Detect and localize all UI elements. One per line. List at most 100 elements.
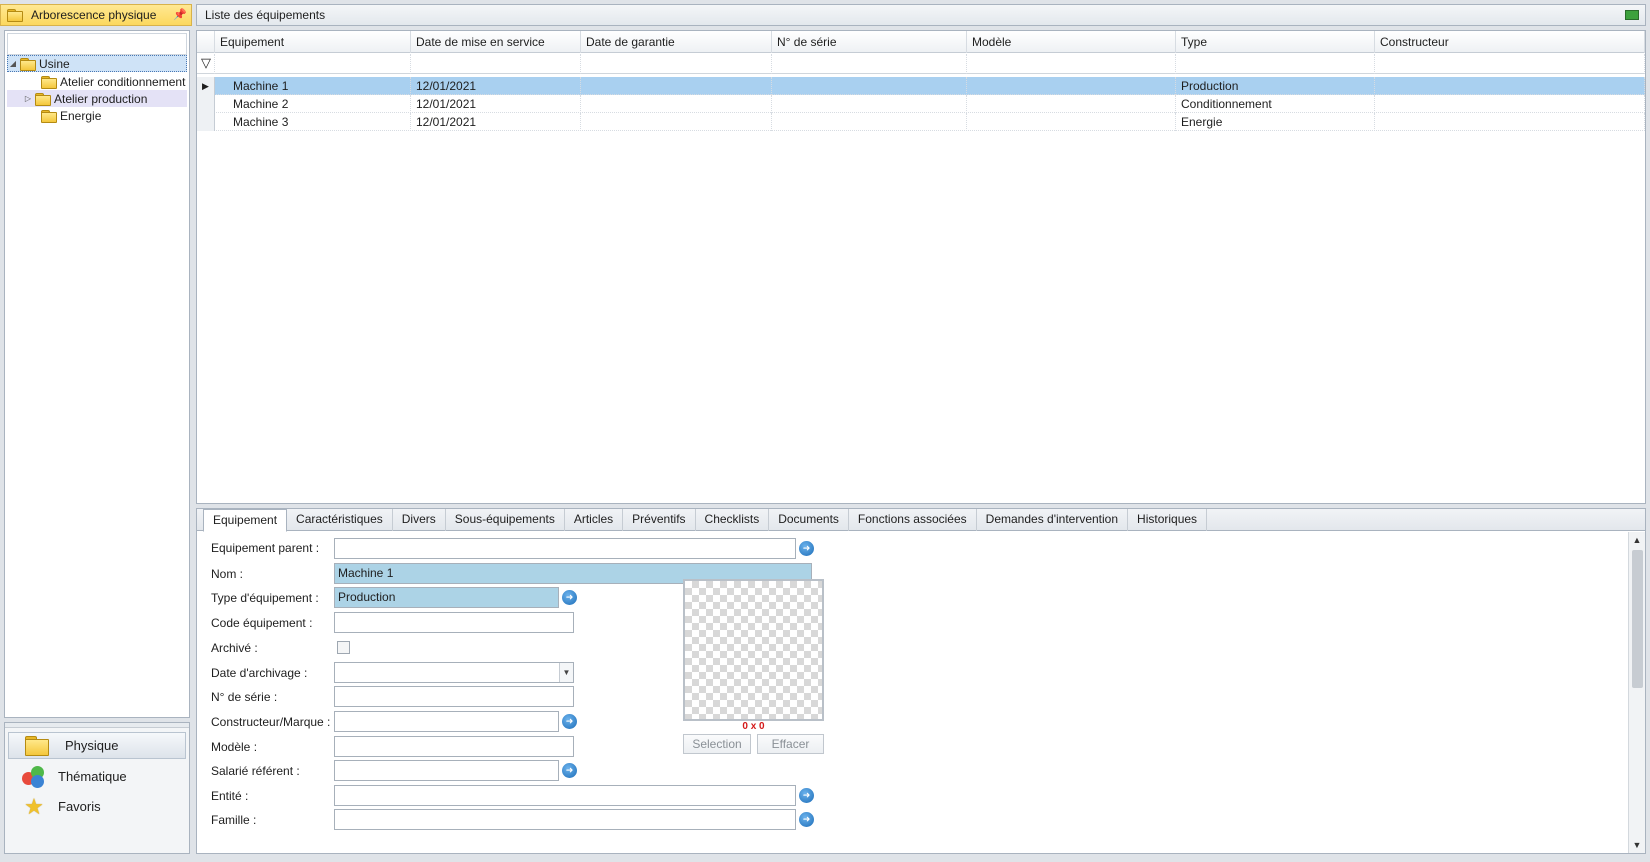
column-header-date-service[interactable]: Date de mise en service: [411, 31, 581, 53]
parent-lookup-icon[interactable]: ➜: [799, 541, 814, 556]
column-header-constructeur[interactable]: Constructeur: [1375, 31, 1645, 53]
cell-modele[interactable]: [967, 95, 1176, 113]
serie-field[interactable]: [334, 686, 574, 707]
archive-checkbox[interactable]: [337, 641, 350, 654]
tree-node-energie[interactable]: Energie: [29, 107, 101, 124]
cell-serie[interactable]: [772, 113, 967, 131]
cell-date-garantie[interactable]: [581, 95, 772, 113]
column-header-equipement[interactable]: Equipement: [215, 31, 411, 53]
famille-field[interactable]: [334, 809, 796, 830]
tree-node-atelier-conditionnement[interactable]: Atelier conditionnement: [29, 73, 185, 90]
equipment-image-placeholder[interactable]: [683, 579, 824, 721]
cell-constructeur[interactable]: [1375, 113, 1645, 131]
cell-date-service[interactable]: 12/01/2021: [411, 95, 581, 113]
constructeur-lookup-icon[interactable]: ➜: [562, 714, 577, 729]
cell-modele[interactable]: [967, 113, 1176, 131]
tab-documents[interactable]: Documents: [769, 509, 849, 531]
parent-label: Equipement parent :: [211, 541, 320, 555]
filter-cell[interactable]: [215, 54, 411, 74]
tab-equipement[interactable]: Equipement: [203, 509, 288, 532]
column-header-type[interactable]: Type: [1176, 31, 1375, 53]
column-header-serie[interactable]: N° de série: [772, 31, 967, 53]
image-clear-button[interactable]: Effacer: [757, 734, 824, 754]
current-row-arrow-icon: ▶: [197, 77, 215, 95]
scrollbar-thumb[interactable]: [1632, 550, 1643, 688]
filter-icon[interactable]: ▽: [199, 56, 213, 70]
tab-sous-equipements[interactable]: Sous-équipements: [446, 509, 565, 531]
tree-node-usine[interactable]: ◢ Usine: [7, 55, 187, 72]
cell-serie[interactable]: [772, 95, 967, 113]
expand-arrow-icon[interactable]: ▷: [23, 94, 33, 103]
folder-icon: [20, 57, 36, 71]
salarie-field[interactable]: [334, 760, 559, 781]
filter-row[interactable]: ▽: [197, 54, 1645, 74]
tab-preventifs[interactable]: Préventifs: [623, 509, 696, 531]
filter-cell[interactable]: [772, 54, 967, 74]
tab-divers[interactable]: Divers: [393, 509, 446, 531]
tab-historiques[interactable]: Historiques: [1128, 509, 1208, 531]
cell-constructeur[interactable]: [1375, 95, 1645, 113]
tab-checklists[interactable]: Checklists: [696, 509, 770, 531]
detail-tabs: Equipement Caractéristiques Divers Sous-…: [197, 509, 1645, 532]
tree-node-label: Atelier production: [54, 91, 148, 106]
tree-search-input[interactable]: [7, 33, 187, 55]
cell-date-garantie[interactable]: [581, 77, 772, 95]
cell-date-garantie[interactable]: [581, 113, 772, 131]
filter-cell[interactable]: [411, 54, 581, 74]
tree-node-atelier-production[interactable]: ▷ Atelier production: [7, 90, 187, 107]
famille-lookup-icon[interactable]: ➜: [799, 812, 814, 827]
table-row[interactable]: Machine 3 12/01/2021 Energie: [197, 113, 1645, 131]
table-row[interactable]: ▶ Machine 1 12/01/2021 Production: [197, 77, 1645, 95]
modele-label: Modèle :: [211, 740, 258, 754]
tab-demandes-intervention[interactable]: Demandes d'intervention: [977, 509, 1129, 531]
cell-date-service[interactable]: 12/01/2021: [411, 113, 581, 131]
nav-item-thematique[interactable]: Thématique: [8, 763, 186, 790]
constructeur-field[interactable]: [334, 711, 559, 732]
chevron-down-icon[interactable]: ▼: [559, 663, 573, 682]
scroll-up-icon[interactable]: ▲: [1629, 532, 1645, 548]
famille-label: Famille :: [211, 813, 257, 827]
nav-item-favoris[interactable]: ★ Favoris: [8, 793, 186, 820]
code-field[interactable]: [334, 612, 574, 633]
table-row[interactable]: Machine 2 12/01/2021 Conditionnement: [197, 95, 1645, 113]
cell-type[interactable]: Production: [1176, 77, 1375, 95]
tree-node-label: Atelier conditionnement: [60, 74, 186, 89]
collapse-arrow-icon[interactable]: ◢: [8, 59, 18, 68]
cell-type[interactable]: Conditionnement: [1176, 95, 1375, 113]
tab-fonctions-associees[interactable]: Fonctions associées: [849, 509, 977, 531]
filter-cell[interactable]: [1375, 54, 1645, 74]
serie-label: N° de série :: [211, 690, 278, 704]
image-select-button[interactable]: Selection: [683, 734, 751, 754]
filter-cell[interactable]: [1176, 54, 1375, 74]
cell-modele[interactable]: [967, 77, 1176, 95]
date-archivage-field[interactable]: / / ▼: [334, 662, 574, 683]
flag-icon[interactable]: [1625, 10, 1639, 20]
code-label: Code équipement :: [211, 616, 313, 630]
pin-icon[interactable]: 📌: [173, 8, 187, 21]
tab-articles[interactable]: Articles: [565, 509, 624, 531]
nav-item-physique[interactable]: Physique: [8, 732, 186, 759]
cell-equipement[interactable]: Machine 1: [215, 77, 411, 95]
filter-cell[interactable]: [967, 54, 1176, 74]
entite-field[interactable]: [334, 785, 796, 806]
cell-type[interactable]: Energie: [1176, 113, 1375, 131]
filter-cell[interactable]: [581, 54, 772, 74]
detail-scrollbar[interactable]: ▲ ▼: [1628, 532, 1645, 853]
splitter-grip[interactable]: [5, 723, 189, 728]
tab-caracteristiques[interactable]: Caractéristiques: [287, 509, 393, 531]
cell-serie[interactable]: [772, 77, 967, 95]
salarie-lookup-icon[interactable]: ➜: [562, 763, 577, 778]
cell-date-service[interactable]: 12/01/2021: [411, 77, 581, 95]
type-lookup-icon[interactable]: ➜: [562, 590, 577, 605]
type-field[interactable]: Production: [334, 587, 559, 608]
column-header-modele[interactable]: Modèle: [967, 31, 1176, 53]
scroll-down-icon[interactable]: ▼: [1629, 837, 1645, 853]
parent-field[interactable]: [334, 538, 796, 559]
modele-field[interactable]: [334, 736, 574, 757]
cell-equipement[interactable]: Machine 3: [215, 113, 411, 131]
cell-equipement[interactable]: Machine 2: [215, 95, 411, 113]
column-header-date-garantie[interactable]: Date de garantie: [581, 31, 772, 53]
cell-constructeur[interactable]: [1375, 77, 1645, 95]
constructeur-label: Constructeur/Marque :: [211, 715, 331, 729]
entite-lookup-icon[interactable]: ➜: [799, 788, 814, 803]
